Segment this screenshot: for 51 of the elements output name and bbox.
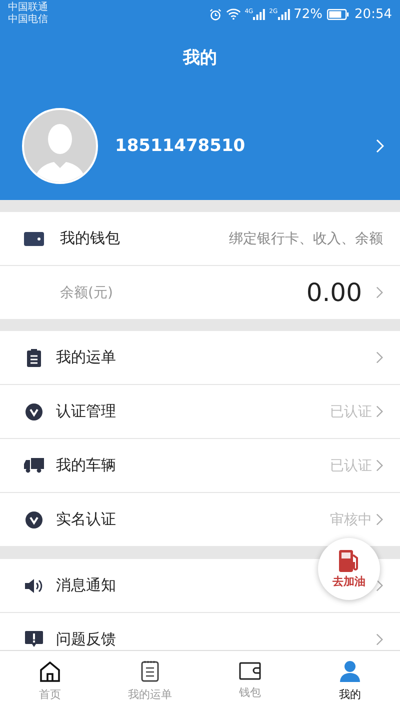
chevron-right-icon [376, 405, 383, 418]
chevron-right-icon [376, 513, 383, 526]
balance-row[interactable]: 余额(元) 0.00 [0, 266, 400, 319]
row-label: 我的钱包 [60, 229, 120, 248]
menu-item[interactable]: 认证管理 已认证 [0, 385, 400, 439]
chevron-right-icon [376, 579, 383, 592]
carrier-name: 中国电信 [8, 14, 48, 26]
carrier-name: 中国联通 [8, 2, 48, 14]
nav-tab[interactable]: 我的 [300, 651, 400, 711]
fuel-pump-icon [337, 549, 361, 573]
page-title: 我的 [182, 47, 218, 70]
person-icon [339, 660, 361, 682]
phone-number: 18511478510 [115, 136, 246, 156]
row-label: 实名认证 [56, 510, 116, 529]
status-text: 已认证 [330, 402, 372, 420]
row-label: 问题反馈 [56, 630, 116, 649]
chevron-right-icon [376, 286, 383, 299]
wallet-icon [24, 232, 44, 246]
chevron-right-icon [376, 459, 383, 472]
balance-amount: 0.00 [306, 278, 362, 307]
menu-item[interactable]: 我的车辆 已认证 [0, 439, 400, 493]
wallet-hint: 绑定银行卡、收入、余额 [229, 230, 383, 248]
row-label: 我的运单 [56, 348, 116, 367]
status-text: 已认证 [330, 456, 372, 474]
avatar-icon [22, 108, 98, 184]
row-label: 认证管理 [56, 402, 116, 421]
signal-icon [278, 8, 290, 20]
row-label: 我的车辆 [56, 456, 116, 475]
check-badge-icon [25, 402, 43, 420]
fuel-button[interactable]: 去加油 [318, 538, 380, 600]
speaker-icon [25, 578, 43, 592]
menu-item[interactable]: 我的运单 [0, 331, 400, 385]
chevron-right-icon [376, 633, 383, 646]
signal-icon [253, 8, 266, 20]
clock-time: 20:54 [354, 6, 392, 22]
chevron-right-icon[interactable] [376, 139, 384, 153]
clipboard-icon [27, 348, 41, 366]
alarm-icon [208, 8, 222, 20]
status-text: 审核中 [330, 510, 372, 528]
battery-icon [326, 8, 349, 20]
truck-icon [24, 458, 44, 473]
check-badge-icon [25, 510, 43, 528]
clipboard-list-icon [141, 660, 159, 682]
chevron-right-icon [376, 351, 383, 364]
wallet-row[interactable]: 我的钱包 绑定银行卡、收入、余额 [0, 212, 400, 266]
balance-label: 余额(元) [60, 284, 114, 302]
battery-percent: 72% [294, 6, 323, 22]
wallet-icon [239, 662, 261, 680]
wifi-icon [226, 8, 241, 20]
home-icon [39, 660, 61, 682]
row-label: 消息通知 [56, 576, 116, 595]
